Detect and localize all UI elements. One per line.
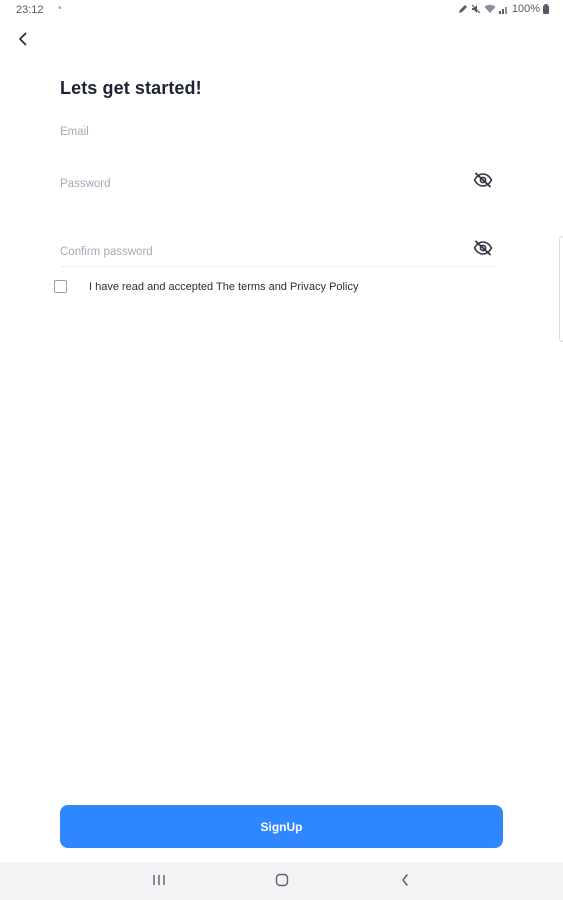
mute-icon — [471, 4, 481, 14]
password-field-group — [60, 171, 496, 193]
pen-icon — [458, 4, 468, 14]
password-field[interactable] — [60, 175, 496, 193]
signal-icon — [498, 4, 509, 14]
back-button[interactable] — [12, 30, 34, 52]
terms-label: I have read and accepted The terms and P… — [89, 280, 359, 293]
status-icons: 100% — [458, 3, 549, 15]
email-field[interactable] — [60, 123, 496, 141]
home-button[interactable] — [271, 871, 293, 893]
signup-button[interactable]: SignUp — [60, 805, 503, 848]
chevron-left-icon — [17, 32, 29, 51]
recents-button[interactable] — [148, 871, 170, 893]
email-field-group — [60, 122, 496, 141]
status-bar: 23:12 • 100% — [0, 0, 563, 22]
battery-level: 100% — [511, 3, 540, 15]
home-icon — [275, 873, 289, 892]
eye-off-icon — [473, 172, 493, 193]
nav-back-button[interactable] — [394, 871, 416, 893]
wifi-icon — [484, 4, 496, 14]
password-visibility-toggle[interactable] — [472, 171, 494, 193]
system-nav-bar — [0, 862, 563, 900]
battery-icon — [543, 4, 549, 14]
terms-row: I have read and accepted The terms and P… — [54, 280, 358, 293]
eye-off-icon — [473, 240, 493, 261]
back-icon — [400, 873, 410, 892]
field-divider — [60, 266, 496, 267]
terms-checkbox[interactable] — [54, 280, 67, 293]
edge-panel-handle[interactable] — [559, 236, 563, 342]
page-title: Lets get started! — [60, 78, 202, 98]
confirm-password-field[interactable] — [60, 243, 496, 261]
status-time: 23:12 — [16, 4, 44, 16]
recents-icon — [152, 873, 166, 891]
confirm-password-field-group — [60, 239, 496, 267]
notification-dot: • — [58, 3, 62, 14]
confirm-password-visibility-toggle[interactable] — [472, 239, 494, 261]
